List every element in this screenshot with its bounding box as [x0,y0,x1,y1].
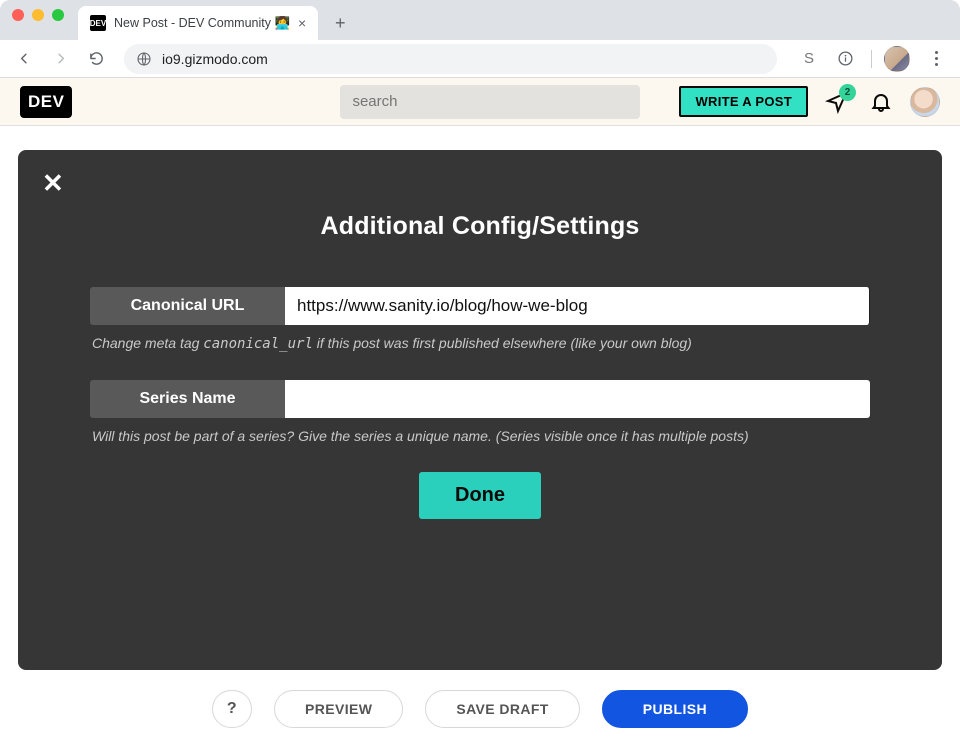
globe-icon [136,51,152,67]
reload-icon [88,50,105,67]
done-button[interactable]: Done [419,472,541,519]
new-tab-button[interactable]: + [326,9,354,37]
series-name-label: Series Name [90,380,285,418]
connect-count-badge: 2 [839,84,856,101]
info-icon [837,50,854,67]
user-avatar[interactable] [910,87,940,117]
connect-button[interactable]: 2 [822,87,852,117]
nav-forward-button[interactable] [46,45,74,73]
bell-icon [869,90,893,114]
series-name-help: Will this post be part of a series? Give… [92,428,870,444]
extension-s-indicator[interactable]: S [799,50,819,67]
help-button[interactable]: ? [212,690,252,728]
kebab-icon [935,51,938,66]
arrow-left-icon [16,50,33,67]
site-info-button[interactable] [831,45,859,73]
tab-title: New Post - DEV Community 👩‍💻 [114,16,290,31]
window-close-button[interactable] [12,9,24,21]
series-name-field: Series Name [90,380,870,418]
site-search[interactable] [340,85,640,119]
canonical-url-label: Canonical URL [90,287,285,325]
toolbar-divider [871,50,872,68]
tab-close-button[interactable]: × [298,15,306,31]
tab-favicon: DEV [90,15,106,31]
window-minimize-button[interactable] [32,9,44,21]
address-bar[interactable]: io9.gizmodo.com [124,44,777,74]
publish-button[interactable]: PUBLISH [602,690,748,728]
modal-form: Canonical URL Change meta tag canonical_… [90,287,870,519]
browser-menu-button[interactable] [922,45,950,73]
search-input[interactable] [352,93,628,110]
canonical-url-help: Change meta tag canonical_url if this po… [92,335,870,352]
nav-reload-button[interactable] [82,45,110,73]
browser-chrome: DEV New Post - DEV Community 👩‍💻 × + io9… [0,0,960,78]
modal-close-button[interactable]: ✕ [42,168,64,199]
browser-tab[interactable]: DEV New Post - DEV Community 👩‍💻 × [78,6,318,40]
nav-back-button[interactable] [10,45,38,73]
editor-action-bar: ? PREVIEW SAVE DRAFT PUBLISH [0,674,960,744]
site-header: DEV WRITE A POST 2 [0,78,960,126]
modal-title: Additional Config/Settings [44,212,916,241]
write-post-button[interactable]: WRITE A POST [679,86,808,117]
help-code: canonical_url [203,336,313,352]
site-logo[interactable]: DEV [20,86,72,118]
settings-modal: ✕ Additional Config/Settings Canonical U… [18,150,942,670]
window-zoom-button[interactable] [52,9,64,21]
browser-toolbar: io9.gizmodo.com S [0,40,960,78]
page-body: ✕ Additional Config/Settings Canonical U… [0,126,960,744]
window-controls [12,0,78,40]
help-text: Change meta tag [92,335,203,351]
toolbar-right: S [791,45,950,73]
browser-profile-avatar[interactable] [884,46,910,72]
help-text: if this post was first published elsewhe… [313,335,692,351]
series-name-input[interactable] [285,380,870,418]
preview-button[interactable]: PREVIEW [274,690,403,728]
address-bar-text: io9.gizmodo.com [162,51,268,67]
arrow-right-icon [52,50,69,67]
save-draft-button[interactable]: SAVE DRAFT [425,690,579,728]
canonical-url-field: Canonical URL [90,287,870,325]
notifications-button[interactable] [866,87,896,117]
canonical-url-input[interactable] [285,287,870,325]
tab-strip: DEV New Post - DEV Community 👩‍💻 × + [0,0,960,40]
close-icon: ✕ [42,168,64,198]
